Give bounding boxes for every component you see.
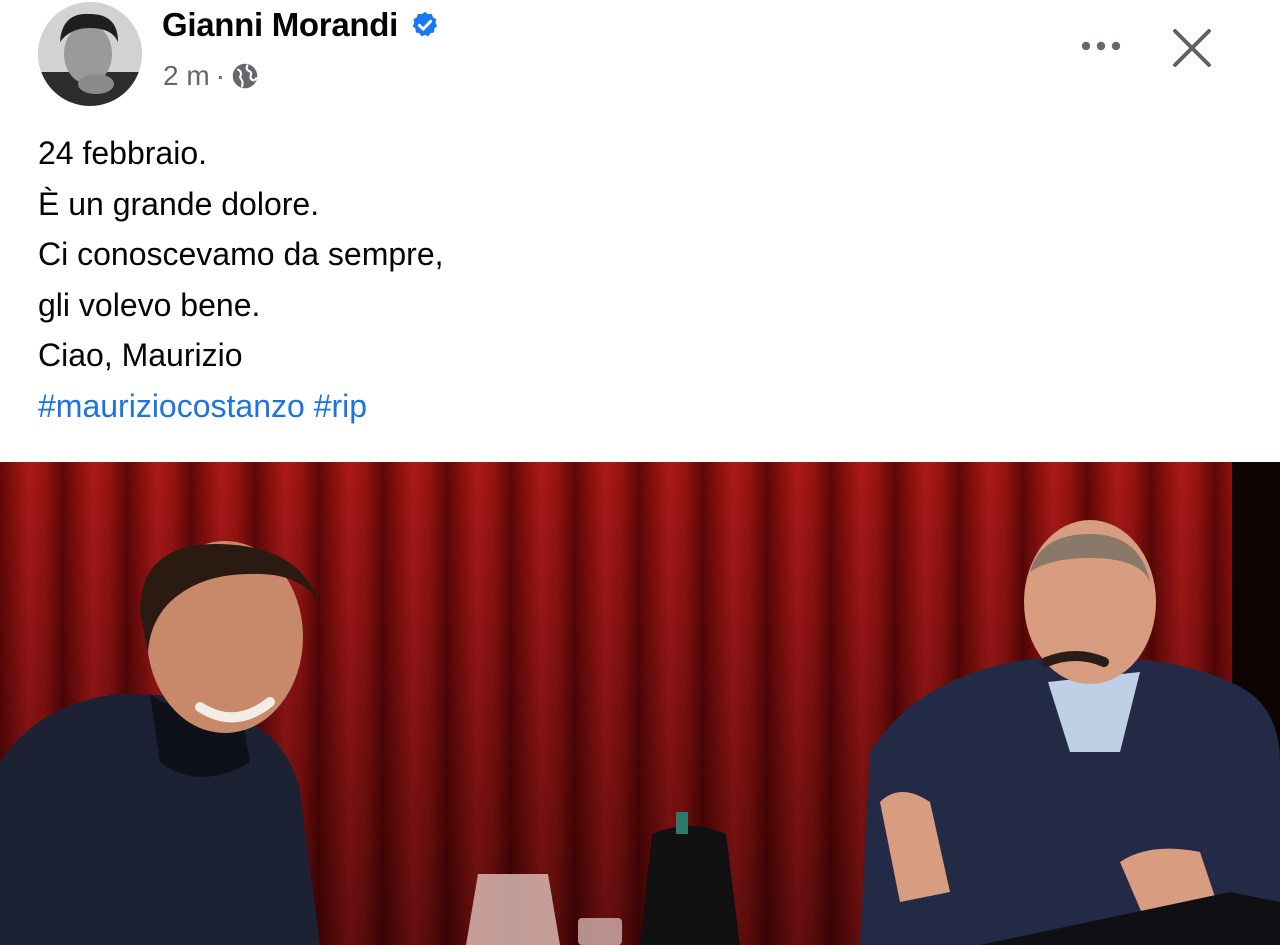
hashtag-line: #mauriziocostanzo #rip [38, 381, 444, 432]
close-button[interactable] [1164, 20, 1220, 76]
profile-avatar[interactable] [38, 2, 142, 106]
post-line: Ci conoscevamo da sempre, [38, 236, 444, 273]
post-body: 24 febbraio. È un grande dolore. Ci cono… [38, 128, 444, 432]
post-photo[interactable] [0, 462, 1280, 945]
hashtag-link[interactable]: #rip [314, 388, 367, 424]
author-name-row: Gianni Morandi [162, 6, 440, 44]
hashtag-link[interactable]: #mauriziocostanzo [38, 388, 305, 424]
post-meta: 2 m · [163, 60, 259, 92]
post-header: Gianni Morandi 2 m · [0, 0, 1280, 110]
more-options-button[interactable] [1073, 30, 1129, 62]
post-line: gli volevo bene. [38, 286, 261, 323]
avatar-photo [38, 2, 142, 106]
post-timestamp[interactable]: 2 m [163, 60, 210, 92]
verified-badge-icon [412, 11, 438, 37]
photo-image [0, 462, 1280, 945]
post-line: Ciao, Maurizio [38, 337, 243, 374]
post-line: È un grande dolore. [38, 185, 320, 222]
more-dots-icon [1081, 41, 1121, 51]
globe-icon [232, 63, 258, 89]
close-icon [1173, 29, 1211, 67]
meta-separator: · [215, 60, 226, 91]
post-line: 24 febbraio. [38, 135, 208, 171]
author-name[interactable]: Gianni Morandi [162, 6, 398, 44]
